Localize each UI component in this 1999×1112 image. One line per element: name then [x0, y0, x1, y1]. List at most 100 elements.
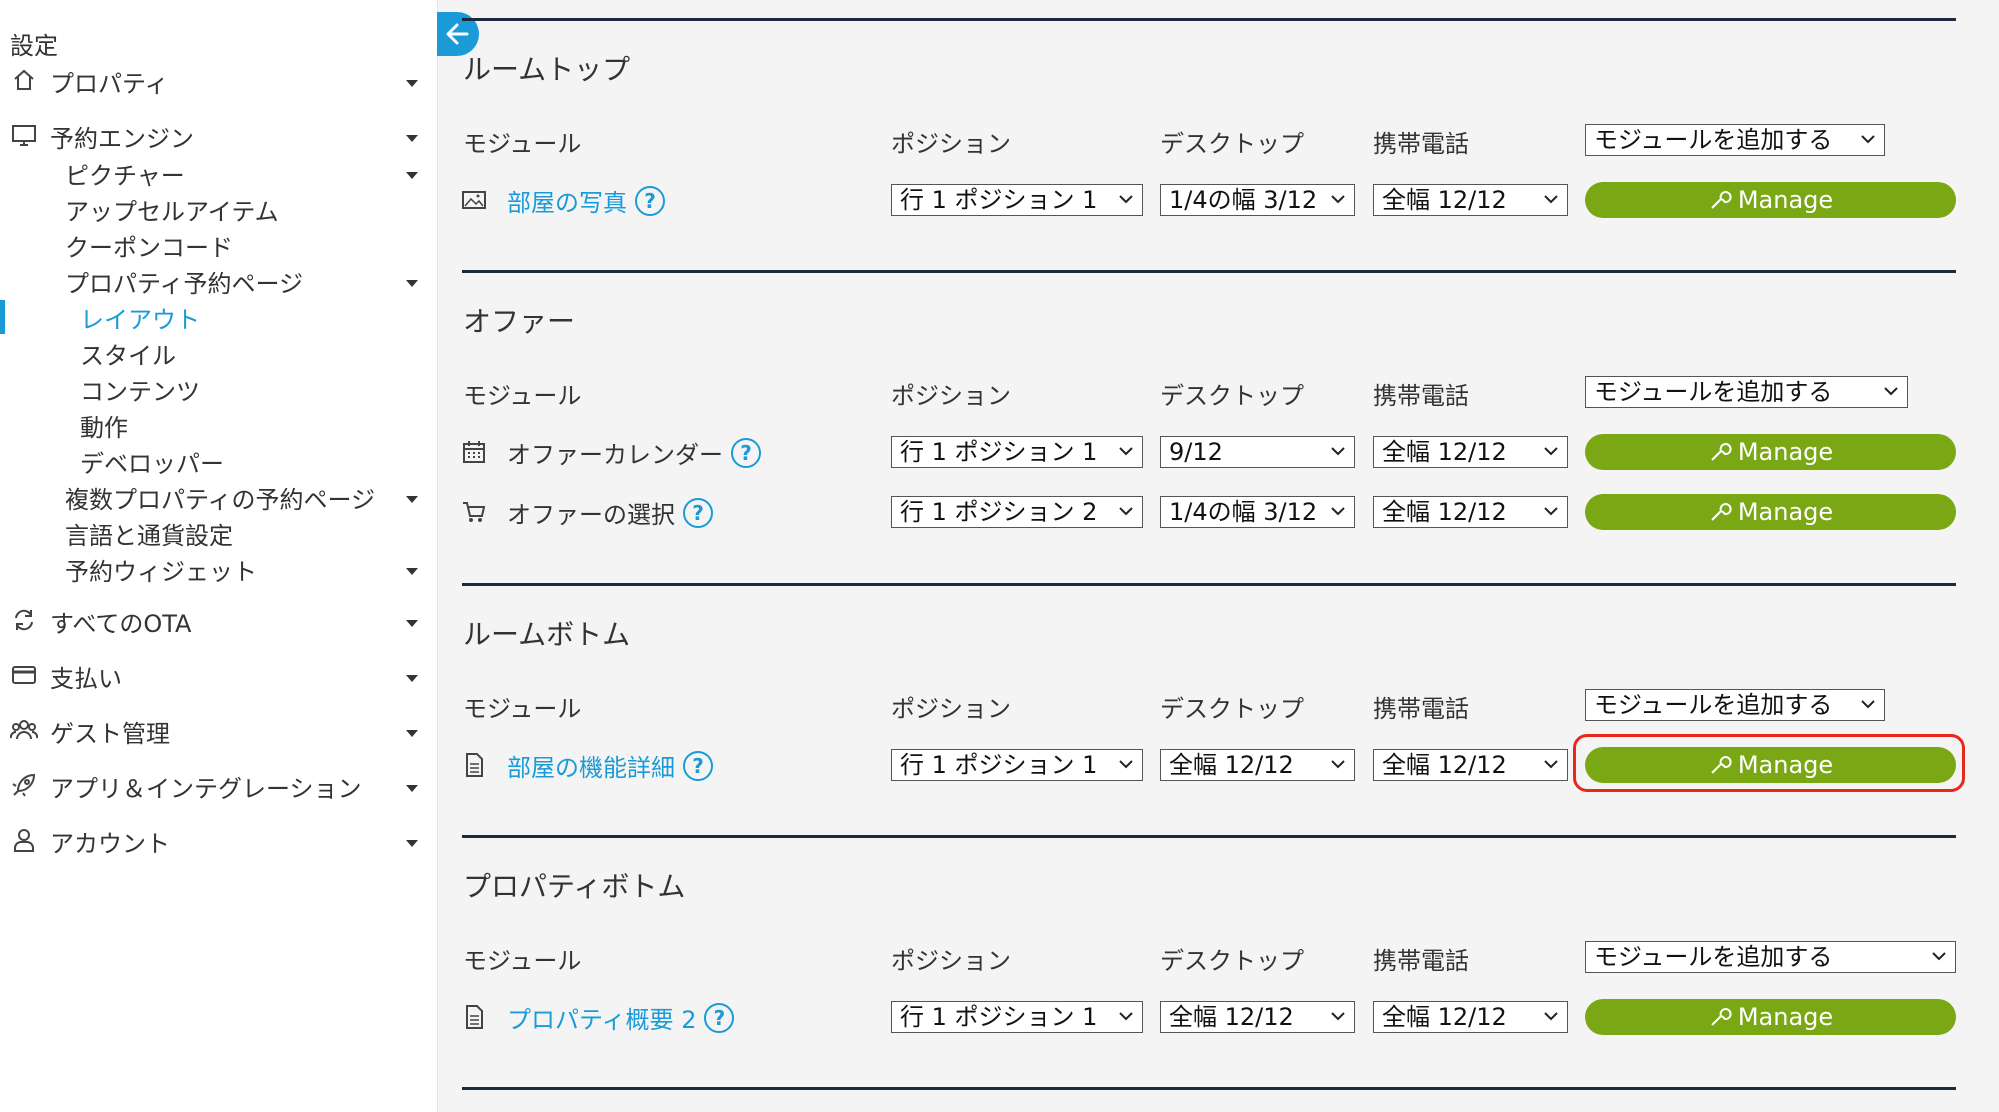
sidebar-item-label: 予約ウィジェット	[65, 558, 257, 586]
mobile-width-select-value: 全幅 12/12	[1382, 438, 1507, 466]
module-name-link[interactable]: オファーカレンダー ?	[507, 435, 761, 470]
section-title: ルームボトム	[463, 618, 631, 651]
sidebar-item-coupon[interactable]: クーポンコード	[0, 226, 437, 262]
manage-button-label: Manage	[1737, 186, 1834, 214]
module-name-link[interactable]: オファーの選択 ?	[507, 495, 713, 530]
add-module-select[interactable]: モジュールを追加する	[1585, 376, 1908, 408]
sidebar-item-property-booking-page[interactable]: プロパティ予約ページ	[0, 262, 437, 298]
help-icon[interactable]: ?	[683, 750, 713, 781]
sidebar-item-multi-property[interactable]: 複数プロパティの予約ページ	[0, 478, 437, 514]
wrench-icon	[1711, 443, 1732, 461]
chevron-down-icon	[406, 840, 418, 847]
section-divider	[462, 583, 1956, 586]
add-module-select-value: モジュールを追加する	[1594, 943, 1833, 971]
sidebar-heading: 設定	[10, 32, 58, 60]
sidebar-item-style[interactable]: スタイル	[0, 334, 437, 370]
sidebar-item-label: ゲスト管理	[50, 720, 170, 748]
position-select-value: 行 1 ポジション 1	[900, 751, 1098, 779]
document-icon	[466, 1005, 483, 1029]
position-select[interactable]: 行 1 ポジション 2	[891, 496, 1143, 528]
calendar-icon	[463, 441, 485, 463]
chevron-down-icon	[1861, 700, 1875, 709]
sidebar-item-language-currency[interactable]: 言語と通貨設定	[0, 514, 437, 550]
mobile-width-select[interactable]: 全幅 12/12	[1373, 496, 1568, 528]
desktop-width-select-value: 1/4の幅 3/12	[1169, 498, 1318, 526]
add-module-select-value: モジュールを追加する	[1594, 691, 1833, 719]
manage-button[interactable]: Manage	[1585, 999, 1956, 1035]
sidebar-item-label: 動作	[80, 414, 128, 442]
module-name: プロパティ概要 2	[507, 1006, 697, 1034]
rocket-icon	[12, 773, 36, 797]
column-header-desktop: デスクトップ	[1160, 130, 1304, 158]
sidebar-item-apps-integrations[interactable]: アプリ＆インテグレーション	[0, 767, 437, 803]
desktop-width-select-value: 全幅 12/12	[1169, 751, 1294, 779]
chevron-down-icon	[406, 172, 418, 179]
manage-button[interactable]: Manage	[1585, 434, 1956, 470]
desktop-width-select[interactable]: 1/4の幅 3/12	[1160, 184, 1355, 216]
sidebar-item-label: 支払い	[50, 665, 122, 693]
sidebar-item-upsell[interactable]: アップセルアイテム	[0, 190, 437, 226]
position-select[interactable]: 行 1 ポジション 1	[891, 436, 1143, 468]
help-icon[interactable]: ?	[704, 1002, 735, 1033]
help-icon[interactable]: ?	[683, 497, 713, 528]
sidebar-item-developer[interactable]: デベロッパー	[0, 442, 437, 478]
module-name: オファーの選択	[507, 501, 675, 529]
sidebar: 設定 プロパティ 予約エンジン ピクチャー アップセルアイテム クーポンコード …	[0, 0, 438, 1112]
wrench-icon	[1711, 503, 1732, 521]
sidebar-item-behavior[interactable]: 動作	[0, 406, 437, 442]
chevron-down-icon	[1544, 760, 1558, 769]
column-header-module: モジュール	[463, 130, 582, 158]
sidebar-item-property[interactable]: プロパティ	[0, 62, 437, 98]
sidebar-item-account[interactable]: アカウント	[0, 822, 437, 858]
mobile-width-select[interactable]: 全幅 12/12	[1373, 1001, 1568, 1033]
mobile-width-select-value: 全幅 12/12	[1382, 751, 1507, 779]
section-title: ルームトップ	[463, 53, 631, 86]
sidebar-item-pictures[interactable]: ピクチャー	[0, 154, 437, 190]
manage-button[interactable]: Manage	[1585, 494, 1956, 530]
column-header-desktop: デスクトップ	[1160, 695, 1304, 723]
chevron-down-icon	[1861, 135, 1875, 144]
position-select[interactable]: 行 1 ポジション 1	[891, 1001, 1143, 1033]
chevron-down-icon	[406, 730, 418, 737]
sidebar-item-booking-widget[interactable]: 予約ウィジェット	[0, 550, 437, 586]
chevron-down-icon	[1119, 1012, 1133, 1021]
sidebar-item-layout[interactable]: レイアウト	[0, 298, 437, 334]
help-icon[interactable]: ?	[635, 185, 665, 216]
module-name-link[interactable]: プロパティ概要 2 ?	[507, 1000, 735, 1035]
desktop-width-select-value: 全幅 12/12	[1169, 1003, 1294, 1031]
chevron-down-icon	[1119, 760, 1133, 769]
mobile-width-select[interactable]: 全幅 12/12	[1373, 749, 1568, 781]
mobile-width-select[interactable]: 全幅 12/12	[1373, 184, 1568, 216]
sidebar-item-guest-management[interactable]: ゲスト管理	[0, 712, 437, 748]
help-icon[interactable]: ?	[731, 437, 761, 468]
desktop-width-select[interactable]: 1/4の幅 3/12	[1160, 496, 1355, 528]
cart-icon	[463, 502, 486, 522]
sidebar-item-all-ota[interactable]: すべてのOTA	[0, 602, 437, 638]
sidebar-item-payments[interactable]: 支払い	[0, 657, 437, 693]
chevron-down-icon	[1119, 447, 1133, 456]
desktop-width-select[interactable]: 全幅 12/12	[1160, 749, 1355, 781]
desktop-width-select-value: 9/12	[1169, 438, 1223, 466]
desktop-width-select-value: 1/4の幅 3/12	[1169, 186, 1318, 214]
add-module-select[interactable]: モジュールを追加する	[1585, 941, 1956, 973]
sidebar-item-label: 言語と通貨設定	[65, 522, 233, 550]
manage-button[interactable]: Manage	[1585, 182, 1956, 218]
position-select[interactable]: 行 1 ポジション 1	[891, 749, 1143, 781]
desktop-width-select[interactable]: 全幅 12/12	[1160, 1001, 1355, 1033]
desktop-width-select[interactable]: 9/12	[1160, 436, 1355, 468]
module-name-link[interactable]: 部屋の機能詳細 ?	[507, 748, 713, 783]
column-header-position: ポジション	[891, 130, 1011, 158]
module-name-link[interactable]: 部屋の写真 ?	[507, 183, 665, 218]
sidebar-item-label: プロパティ	[50, 70, 169, 98]
position-select[interactable]: 行 1 ポジション 1	[891, 184, 1143, 216]
user-icon	[14, 829, 34, 852]
mobile-width-select[interactable]: 全幅 12/12	[1373, 436, 1568, 468]
sidebar-item-booking-engine[interactable]: 予約エンジン	[0, 117, 437, 153]
home-icon	[14, 69, 34, 90]
add-module-select[interactable]: モジュールを追加する	[1585, 124, 1885, 156]
manage-button-label: Manage	[1737, 1003, 1834, 1031]
sidebar-item-contents[interactable]: コンテンツ	[0, 370, 437, 406]
add-module-select[interactable]: モジュールを追加する	[1585, 689, 1885, 721]
module-name: オファーカレンダー	[507, 441, 723, 469]
highlight-annotation	[1573, 734, 1965, 792]
